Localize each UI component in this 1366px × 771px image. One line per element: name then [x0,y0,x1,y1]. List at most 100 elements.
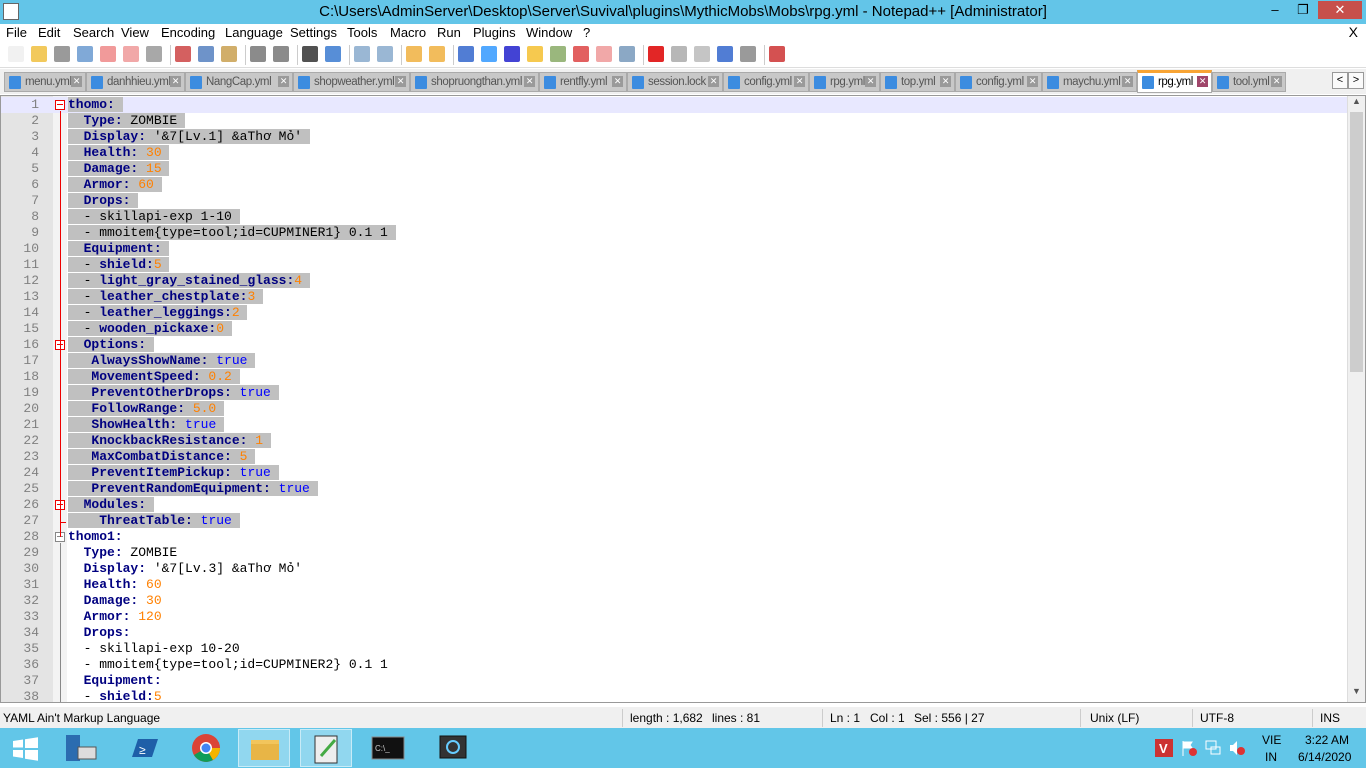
document-map-icon[interactable] [550,46,566,62]
function-list-icon[interactable] [573,46,589,62]
antivirus-tray-icon[interactable]: V [1155,739,1173,757]
code-line[interactable]: 38 - shield:5 [1,689,1347,702]
volume-muted-icon[interactable] [1228,739,1246,757]
tab-shopweather-yml[interactable]: shopweather.yml ✕ [293,72,410,92]
code-line[interactable]: 21 ShowHealth: true [1,417,1347,433]
restore-button[interactable]: ❐ [1290,1,1316,19]
code-line[interactable]: 24 PreventItemPickup: true [1,465,1347,481]
code-line[interactable]: 20 FollowRange: 5.0 [1,401,1347,417]
editor-lines[interactable]: 1 thomo: 2 Type: ZOMBIE 3 Display: '&7[Lv… [1,97,1347,702]
tab-close-icon[interactable]: ✕ [170,76,181,87]
sync-horizontal-icon[interactable] [429,46,445,62]
vertical-scrollbar[interactable]: ▲ ▼ [1347,96,1365,702]
code-line[interactable]: 1 thomo: [1,97,1347,113]
redo-icon[interactable] [273,46,289,62]
tab-close-icon[interactable]: ✕ [1027,76,1038,87]
code-line[interactable]: 11 - shield:5 [1,257,1347,273]
save-all-icon[interactable] [77,46,93,62]
tab-close-icon[interactable]: ✕ [524,76,535,87]
code-line[interactable]: 29 Type: ZOMBIE [1,545,1347,561]
code-editor[interactable]: 1 thomo: 2 Type: ZOMBIE 3 Display: '&7[Lv… [0,95,1366,703]
spell-check-icon[interactable] [769,46,785,62]
zoom-in-icon[interactable] [354,46,370,62]
scroll-up-arrow[interactable]: ▲ [1348,96,1365,112]
code-line[interactable]: 37 Equipment: [1,673,1347,689]
word-wrap-icon[interactable] [458,46,474,62]
paste-icon[interactable] [221,46,237,62]
tab-close-icon[interactable]: ✕ [278,76,289,87]
tab-danhhieu-yml[interactable]: danhhieu.yml ✕ [86,72,185,92]
tab-config-yml[interactable]: config.yml ✕ [955,72,1042,92]
fold-toggle-icon[interactable] [55,100,65,110]
tab-tool-yml[interactable]: tool.yml ✕ [1212,72,1286,92]
code-line[interactable]: 12 - light_gray_stained_glass:4 [1,273,1347,289]
code-line[interactable]: 32 Damage: 30 [1,593,1347,609]
code-line[interactable]: 2 Type: ZOMBIE [1,113,1347,129]
show-all-characters-icon[interactable] [481,46,497,62]
replace-icon[interactable] [325,46,341,62]
tab-config-yml[interactable]: config.yml ✕ [723,72,809,92]
menu-search[interactable]: Search [73,25,114,40]
code-line[interactable]: 19 PreventOtherDrops: true [1,385,1347,401]
tab-shopruongthan-yml[interactable]: shopruongthan.yml ✕ [410,72,539,92]
tab-rentfly-yml[interactable]: rentfly.yml ✕ [539,72,627,92]
taskbar-server-manager[interactable] [56,729,108,767]
undo-icon[interactable] [250,46,266,62]
play-macro-icon[interactable] [694,46,710,62]
code-line[interactable]: 25 PreventRandomEquipment: true [1,481,1347,497]
scroll-down-arrow[interactable]: ▼ [1348,686,1365,702]
menu-encoding[interactable]: Encoding [161,25,215,40]
close-button[interactable]: ✕ [1318,1,1362,19]
clock-date[interactable]: 6/14/2020 [1298,750,1351,764]
scrollbar-thumb[interactable] [1350,112,1363,372]
close-icon[interactable] [100,46,116,62]
tab-close-icon[interactable]: ✕ [1122,76,1133,87]
tab-top-yml[interactable]: top.yml ✕ [880,72,955,92]
tab-close-icon[interactable]: ✕ [940,76,951,87]
tab-close-icon[interactable]: ✕ [612,76,623,87]
code-line[interactable]: 10 Equipment: [1,241,1347,257]
tab-session-lock[interactable]: session.lock ✕ [627,72,723,92]
run-macro-multiple-icon[interactable] [717,46,733,62]
open-file-icon[interactable] [31,46,47,62]
save-icon[interactable] [54,46,70,62]
new-file-icon[interactable] [8,46,24,62]
code-line[interactable]: 27 ThreatTable: true [1,513,1347,529]
code-line[interactable]: 34 Drops: [1,625,1347,641]
tab-rpg-yml[interactable]: rpg.yml ✕ [1137,70,1212,93]
minimize-button[interactable]: ‒ [1262,1,1288,19]
tab-close-icon[interactable]: ✕ [865,76,876,87]
input-language-bottom[interactable]: IN [1265,750,1277,764]
taskbar-chrome[interactable] [180,729,232,767]
tab-close-icon[interactable]: ✕ [1197,76,1208,87]
find-icon[interactable] [302,46,318,62]
menu-plugins[interactable]: Plugins [473,25,516,40]
close-document-button[interactable]: X [1349,24,1358,40]
code-line[interactable]: 18 MovementSpeed: 0.2 [1,369,1347,385]
menu-macro[interactable]: Macro [390,25,426,40]
code-line[interactable]: 5 Damage: 15 [1,161,1347,177]
menu-file[interactable]: File [6,25,27,40]
tab-scroll-right-button[interactable]: > [1348,72,1364,89]
menu-run[interactable]: Run [437,25,461,40]
folder-workspace-icon[interactable] [596,46,612,62]
code-line[interactable]: 6 Armor: 60 [1,177,1347,193]
print-icon[interactable] [146,46,162,62]
tab-maychu-yml[interactable]: maychu.yml ✕ [1042,72,1137,92]
code-line[interactable]: 15 - wooden_pickaxe:0 [1,321,1347,337]
indent-guide-icon[interactable] [504,46,520,62]
taskbar-file-explorer[interactable] [238,729,290,767]
tab-rpg-yml[interactable]: rpg.yml ✕ [809,72,880,92]
network-tray-icon[interactable] [1204,739,1222,757]
code-line[interactable]: 17 AlwaysShowName: true [1,353,1347,369]
tab-close-icon[interactable]: ✕ [794,76,805,87]
code-line[interactable]: 13 - leather_chestplate:3 [1,289,1347,305]
code-line[interactable]: 22 KnockbackResistance: 1 [1,433,1347,449]
code-line[interactable]: 3 Display: '&7[Lv.1] &aThơ Mỏ' [1,129,1347,145]
start-button[interactable] [0,729,52,767]
code-line[interactable]: 8 - skillapi-exp 1-10 [1,209,1347,225]
taskbar-notepadpp[interactable] [300,729,352,767]
code-line[interactable]: 14 - leather_leggings:2 [1,305,1347,321]
menu-edit[interactable]: Edit [38,25,60,40]
menu-window[interactable]: Window [526,25,572,40]
